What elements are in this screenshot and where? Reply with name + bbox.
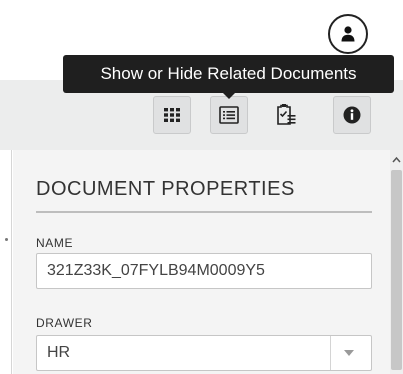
name-field-label: NAME <box>36 236 74 250</box>
drawer-select[interactable]: HR <box>36 335 372 371</box>
divider <box>36 211 372 213</box>
left-pane-edge <box>0 150 12 374</box>
list-view-icon <box>219 106 239 124</box>
related-documents-toggle-button[interactable] <box>210 96 248 134</box>
panel-title: DOCUMENT PROPERTIES <box>36 178 295 200</box>
tooltip-arrow <box>222 92 236 99</box>
drawer-field-label: DRAWER <box>36 316 93 330</box>
grid-view-button[interactable] <box>153 96 191 134</box>
scrollbar-thumb[interactable] <box>391 170 402 370</box>
info-button[interactable] <box>333 96 371 134</box>
user-avatar-button[interactable] <box>328 14 368 54</box>
collapse-handle-icon[interactable] <box>5 238 8 241</box>
select-divider <box>330 336 331 370</box>
user-icon <box>341 26 355 42</box>
chevron-down-icon[interactable] <box>344 350 354 356</box>
info-icon <box>343 106 361 124</box>
grid-view-icon <box>164 108 180 122</box>
name-field[interactable]: 321Z33K_07FYLB94M0009Y5 <box>36 253 372 289</box>
clipboard-list-icon <box>277 104 296 125</box>
scroll-up-arrow-icon[interactable] <box>391 154 402 166</box>
tooltip: Show or Hide Related Documents <box>63 55 394 93</box>
clipboard-button[interactable] <box>267 96 305 134</box>
